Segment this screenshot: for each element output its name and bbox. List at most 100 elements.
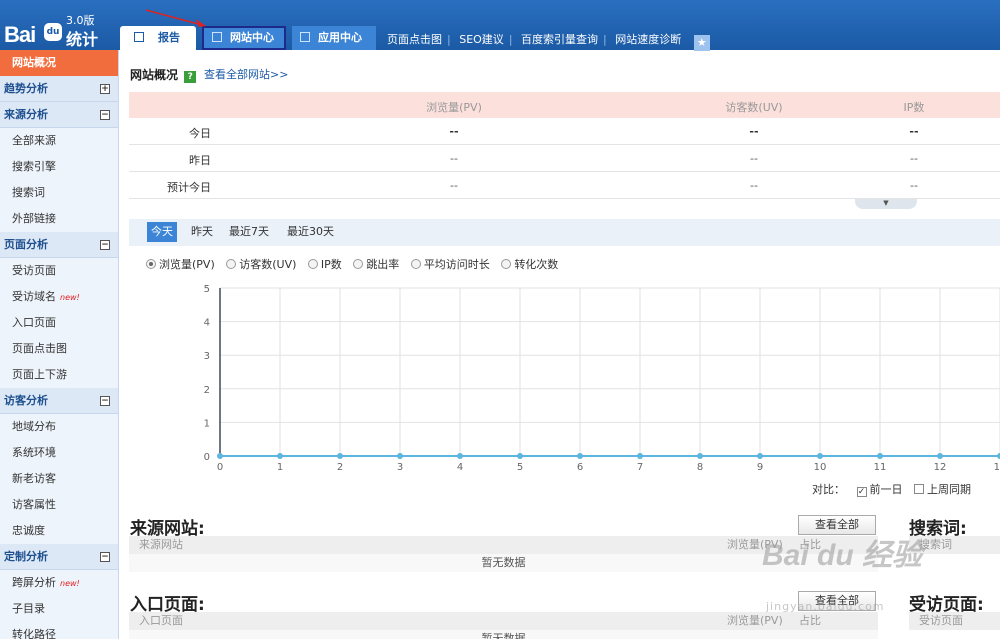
sidebar-group-label: 页面分析	[4, 238, 48, 251]
sidebar-item[interactable]: 外部链接	[0, 206, 118, 232]
sidebar-item-label: 跨屏分析	[12, 576, 56, 589]
tab-last-30-days[interactable]: 最近30天	[283, 222, 338, 242]
help-icon[interactable]: ?	[184, 71, 197, 83]
metric-pv[interactable]: 浏览量(PV)	[146, 256, 215, 272]
link-index-query[interactable]: 百度索引量查询	[516, 33, 603, 46]
sidebar-item[interactable]: 搜索词	[0, 180, 118, 206]
collapse-icon[interactable]: −	[100, 396, 110, 406]
edit-icon	[212, 32, 222, 42]
col-pv: 浏览量(PV)	[426, 101, 482, 114]
col-percent: 占比	[799, 614, 821, 627]
logo-brand: Bai	[4, 22, 36, 47]
y-tick-label: 1	[204, 418, 210, 429]
sidebar-item[interactable]: 子目录	[0, 596, 118, 622]
sidebar-item[interactable]: 地域分布	[0, 414, 118, 440]
sidebar-item-label: 搜索词	[12, 186, 45, 199]
radio-icon[interactable]	[501, 259, 512, 269]
search-terms-header: 搜索词	[909, 536, 1000, 554]
sidebar-item-label: 页面上下游	[12, 368, 67, 381]
expand-icon[interactable]: +	[100, 84, 110, 94]
metric-uv[interactable]: 访客数(UV)	[226, 256, 296, 272]
tab-report[interactable]: 报告	[120, 26, 196, 50]
sidebar-item[interactable]: 转化路径	[0, 622, 118, 639]
sidebar-item-label: 系统环境	[12, 446, 56, 459]
checkbox-prev-week[interactable]	[914, 484, 924, 494]
tab-app-center[interactable]: 应用中心	[292, 26, 376, 50]
sidebar-group[interactable]: 访客分析 −	[0, 388, 118, 414]
sidebar-group-label: 趋势分析	[4, 82, 48, 95]
view-all-sites-link[interactable]: 查看全部网站>>	[204, 66, 288, 82]
radio-icon[interactable]	[146, 259, 156, 269]
link-speed-diagnosis[interactable]: 网站速度诊断	[610, 33, 686, 46]
sidebar-item[interactable]: 忠诚度	[0, 518, 118, 544]
sidebar-item-label: 受访页面	[12, 264, 56, 277]
metric-conversions[interactable]: 转化次数	[501, 256, 558, 272]
view-all-sources-button[interactable]: 查看全部	[798, 515, 876, 535]
logo-paw: du	[44, 23, 62, 41]
data-point	[637, 453, 643, 459]
tab-last-7-days[interactable]: 最近7天	[225, 222, 273, 242]
sidebar-item-label: 忠诚度	[12, 524, 45, 537]
overview-table: 浏览量(PV) 访客数(UV) IP数 今日 -- -- -- 昨日 -- --…	[129, 92, 1000, 199]
sidebar-item[interactable]: 页面上下游	[0, 362, 118, 388]
sidebar-group[interactable]: 趋势分析 +	[0, 76, 118, 102]
cell-value: --	[750, 179, 758, 192]
star-icon[interactable]: ★	[693, 35, 710, 51]
sidebar-item[interactable]: 页面点击图	[0, 336, 118, 362]
checkbox-prev-day[interactable]: ✓	[856, 487, 867, 497]
collapse-icon[interactable]: −	[100, 240, 110, 250]
x-tick-label: 6	[577, 462, 583, 473]
sidebar-item-overview[interactable]: 网站概况	[0, 50, 118, 76]
metric-ip[interactable]: IP数	[307, 256, 342, 272]
y-tick-label: 3	[204, 351, 210, 362]
entry-pages-header: 入口页面 浏览量(PV) 占比	[129, 612, 878, 630]
sidebar-item[interactable]: 访客属性	[0, 492, 118, 518]
radio-icon[interactable]	[307, 259, 318, 269]
view-all-entry-button[interactable]: 查看全部	[798, 591, 876, 611]
tab-today[interactable]: 今天	[147, 222, 177, 242]
sidebar-item-label: 入口页面	[12, 316, 56, 329]
link-page-click-map[interactable]: 页面点击图	[382, 33, 447, 46]
sidebar-group[interactable]: 定制分析 −	[0, 544, 118, 570]
tab-app-center-label: 应用中心	[318, 31, 362, 44]
sidebar-item-label: 地域分布	[12, 420, 56, 433]
cell-value: --	[450, 152, 458, 165]
metric-bounce-rate[interactable]: 跳出率	[353, 256, 399, 272]
sidebar-item-label: 搜索引擎	[12, 160, 56, 173]
collapse-toggle-icon[interactable]: ▼	[855, 199, 917, 209]
baidu-tongji-logo[interactable]: Bai du 3.0版 统计	[4, 10, 116, 49]
sidebar-item[interactable]: 新老访客	[0, 466, 118, 492]
x-tick-label: 11	[874, 462, 887, 473]
cell-value: --	[910, 179, 918, 192]
compare-options: 对比： ✓ 前一日 上周同期	[812, 481, 971, 497]
collapse-icon[interactable]: −	[100, 552, 110, 562]
metric-avg-duration[interactable]: 平均访问时长	[410, 256, 490, 272]
table-row: 昨日 -- -- --	[129, 145, 1000, 172]
sidebar-item[interactable]: 全部来源	[0, 128, 118, 154]
sidebar: 网站概况 趋势分析 + 来源分析 − 全部来源搜索引擎搜索词外部链接页面分析 − 受访页面受…	[0, 50, 119, 639]
sidebar-item[interactable]: 受访域名 new!	[0, 284, 118, 310]
row-label: 今日	[189, 127, 211, 140]
sidebar-item[interactable]: 系统环境	[0, 440, 118, 466]
sidebar-item[interactable]: 入口页面	[0, 310, 118, 336]
col-source: 来源网站	[139, 538, 183, 551]
col-ip: IP数	[903, 101, 925, 114]
sidebar-item[interactable]: 搜索引擎	[0, 154, 118, 180]
sidebar-item[interactable]: 受访页面	[0, 258, 118, 284]
trend-chart: 012345012345678910111213	[204, 284, 1000, 473]
top-bar: Bai du 3.0版 统计 报告 网站中心 应用中心 页面点击图 | SEO建议…	[0, 0, 1000, 51]
source-sites-header: 来源网站 浏览量(PV) 占比	[129, 536, 878, 554]
data-point	[217, 453, 223, 459]
tab-site-center[interactable]: 网站中心	[202, 26, 286, 50]
radio-icon[interactable]	[410, 259, 421, 269]
sidebar-item[interactable]: 跨屏分析 new!	[0, 570, 118, 596]
tab-yesterday[interactable]: 昨天	[187, 222, 217, 242]
collapse-icon[interactable]: −	[100, 110, 110, 120]
link-seo-advice[interactable]: SEO建议	[454, 33, 509, 46]
radio-icon[interactable]	[353, 259, 364, 269]
grid-icon	[300, 32, 310, 42]
date-range-bar: 今天 昨天 最近7天 最近30天	[129, 219, 1000, 246]
sidebar-group[interactable]: 页面分析 −	[0, 232, 118, 258]
sidebar-group[interactable]: 来源分析 −	[0, 102, 118, 128]
radio-icon[interactable]	[226, 259, 237, 269]
